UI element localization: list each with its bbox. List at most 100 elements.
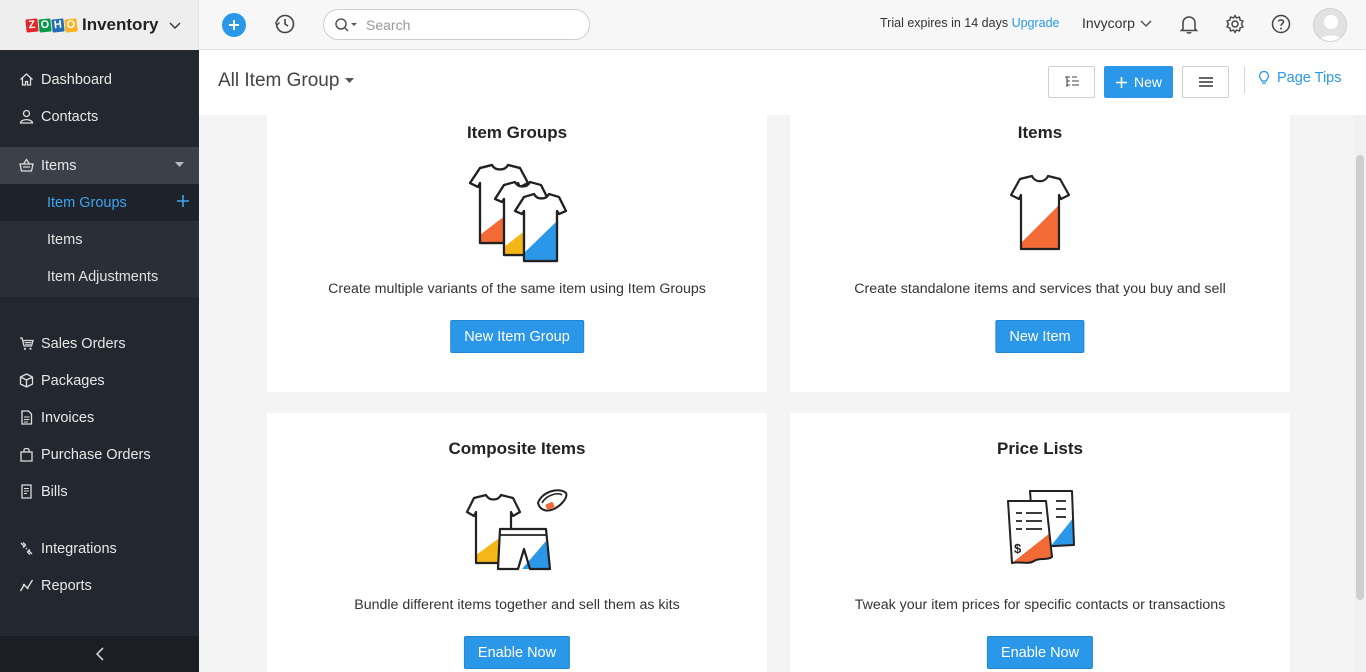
chevron-left-icon xyxy=(95,647,104,661)
sidebar-subitem-item-groups[interactable]: Item Groups xyxy=(0,184,199,221)
card-title: Item Groups xyxy=(466,123,568,142)
sidebar-subitem-label: Item Groups xyxy=(47,194,127,211)
sidebar-item-purchase-orders[interactable]: Purchase Orders xyxy=(0,436,199,473)
page-header: All Item Group New Page Tips xyxy=(199,50,1366,115)
trial-notice: Trial expires in 14 days Upgrade xyxy=(880,16,1060,30)
enable-price-lists-button[interactable]: Enable Now xyxy=(986,636,1094,669)
composite-items-illustration xyxy=(267,483,767,573)
view-selector[interactable]: All Item Group xyxy=(218,70,355,92)
scrollbar-thumb[interactable] xyxy=(1356,155,1364,600)
card-items: Items Create standalone items and servic… xyxy=(790,115,1290,392)
main-content: Item Groups Create multiple variants of … xyxy=(199,115,1354,672)
svg-text:$: $ xyxy=(1014,541,1022,556)
new-button[interactable]: New xyxy=(1104,66,1173,98)
new-item-button[interactable]: New Item xyxy=(995,320,1085,353)
card-description: Create standalone items and services tha… xyxy=(854,281,1226,297)
card-description: Tweak your item prices for specific cont… xyxy=(854,597,1226,613)
card-description: Create multiple variants of the same ite… xyxy=(328,281,706,297)
tshirts-group-icon xyxy=(468,163,568,263)
hamburger-icon xyxy=(1198,77,1213,87)
user-avatar-icon xyxy=(1318,15,1344,41)
sidebar-subitem-item-adjustments[interactable]: Item Adjustments xyxy=(0,258,199,295)
price-list-documents-icon: $ xyxy=(1007,490,1075,564)
sidebar-collapse-button[interactable] xyxy=(0,636,199,672)
page-title: All Item Group xyxy=(218,70,340,91)
item-groups-illustration xyxy=(267,163,767,263)
tshirt-icon xyxy=(1009,174,1071,251)
org-switcher[interactable]: Invycorp xyxy=(1082,15,1153,31)
kit-bundle-icon xyxy=(465,489,568,571)
reports-icon xyxy=(19,579,34,592)
sidebar-item-label: Invoices xyxy=(41,409,95,426)
history-icon[interactable] xyxy=(274,13,296,35)
new-item-group-button[interactable]: New Item Group xyxy=(450,320,584,353)
plus-icon xyxy=(1115,76,1127,88)
scrollbar[interactable] xyxy=(1354,115,1366,672)
sidebar-item-label: Items xyxy=(41,157,77,174)
gear-icon[interactable] xyxy=(1224,13,1246,35)
sidebar-item-reports[interactable]: Reports xyxy=(0,567,199,604)
brand-switcher[interactable]: Z O H O Inventory xyxy=(0,0,199,50)
card-price-lists: Price Lists $ Tweak your item prices for… xyxy=(790,413,1290,672)
sidebar-subitem-label: Item Adjustments xyxy=(47,268,159,285)
chevron-down-icon xyxy=(169,22,181,29)
sidebar-item-invoices[interactable]: Invoices xyxy=(0,399,199,436)
chevron-down-icon xyxy=(1140,20,1152,27)
price-lists-illustration: $ xyxy=(790,489,1290,569)
card-title: Items xyxy=(1017,123,1063,142)
sidebar-item-integrations[interactable]: Integrations xyxy=(0,530,199,567)
integrations-icon xyxy=(20,542,33,555)
help-icon[interactable] xyxy=(1270,13,1292,35)
sidebar-item-items[interactable]: Items xyxy=(0,147,199,184)
bell-icon[interactable] xyxy=(1178,13,1200,35)
card-title: Price Lists xyxy=(997,439,1083,458)
more-options-button[interactable] xyxy=(1182,66,1229,98)
sidebar-item-label: Packages xyxy=(41,372,105,389)
caret-down-icon xyxy=(175,162,184,167)
brand-name: Inventory xyxy=(82,15,159,34)
lightbulb-icon xyxy=(1258,70,1270,84)
home-icon xyxy=(20,73,33,86)
org-name: Invycorp xyxy=(1082,15,1135,31)
search-input[interactable] xyxy=(366,16,566,33)
new-button-label: New xyxy=(1133,74,1162,90)
sidebar-item-packages[interactable]: Packages xyxy=(0,362,199,399)
sidebar-item-sales-orders[interactable]: Sales Orders xyxy=(0,325,199,362)
sidebar-item-label: Integrations xyxy=(41,540,117,557)
tree-view-button[interactable] xyxy=(1048,66,1095,98)
sidebar-item-label: Reports xyxy=(41,577,92,594)
search-bar[interactable] xyxy=(323,9,590,40)
tree-list-icon xyxy=(1064,76,1079,87)
sidebar-item-label: Sales Orders xyxy=(41,335,126,352)
items-illustration xyxy=(790,173,1290,253)
search-icon[interactable] xyxy=(334,17,358,33)
plus-icon xyxy=(229,20,239,30)
sidebar-item-label: Dashboard xyxy=(41,71,112,88)
sidebar: Dashboard Contacts Items Item Groups Ite… xyxy=(0,50,199,672)
avatar[interactable] xyxy=(1313,8,1347,42)
bill-icon xyxy=(21,484,32,499)
quick-create-button[interactable] xyxy=(222,13,246,37)
enable-composite-items-button[interactable]: Enable Now xyxy=(463,636,571,669)
page-tips-link[interactable]: Page Tips xyxy=(1257,70,1342,86)
caret-down-icon xyxy=(345,78,355,83)
sidebar-item-contacts[interactable]: Contacts xyxy=(0,98,199,135)
sidebar-item-dashboard[interactable]: Dashboard xyxy=(0,61,199,98)
card-title: Composite Items xyxy=(448,439,586,458)
plus-icon[interactable] xyxy=(176,194,190,208)
card-item-groups: Item Groups Create multiple variants of … xyxy=(267,115,767,392)
package-icon xyxy=(19,373,34,388)
sidebar-subitem-items[interactable]: Items xyxy=(0,221,199,258)
user-icon xyxy=(19,109,34,124)
upgrade-link[interactable]: Upgrade xyxy=(1012,16,1060,30)
cart-icon xyxy=(20,337,34,350)
bag-icon xyxy=(20,447,33,462)
zoho-logo: Z O H O xyxy=(25,17,78,33)
top-bar: Z O H O Inventory Trial expires in 14 da… xyxy=(0,0,1366,50)
page-tips-label: Page Tips xyxy=(1277,70,1342,86)
card-description: Bundle different items together and sell… xyxy=(354,597,680,613)
card-composite-items: Composite Items Bundle different items t… xyxy=(267,413,767,672)
sidebar-item-bills[interactable]: Bills xyxy=(0,473,199,510)
sidebar-item-label: Contacts xyxy=(41,108,99,125)
invoice-icon xyxy=(21,410,33,425)
